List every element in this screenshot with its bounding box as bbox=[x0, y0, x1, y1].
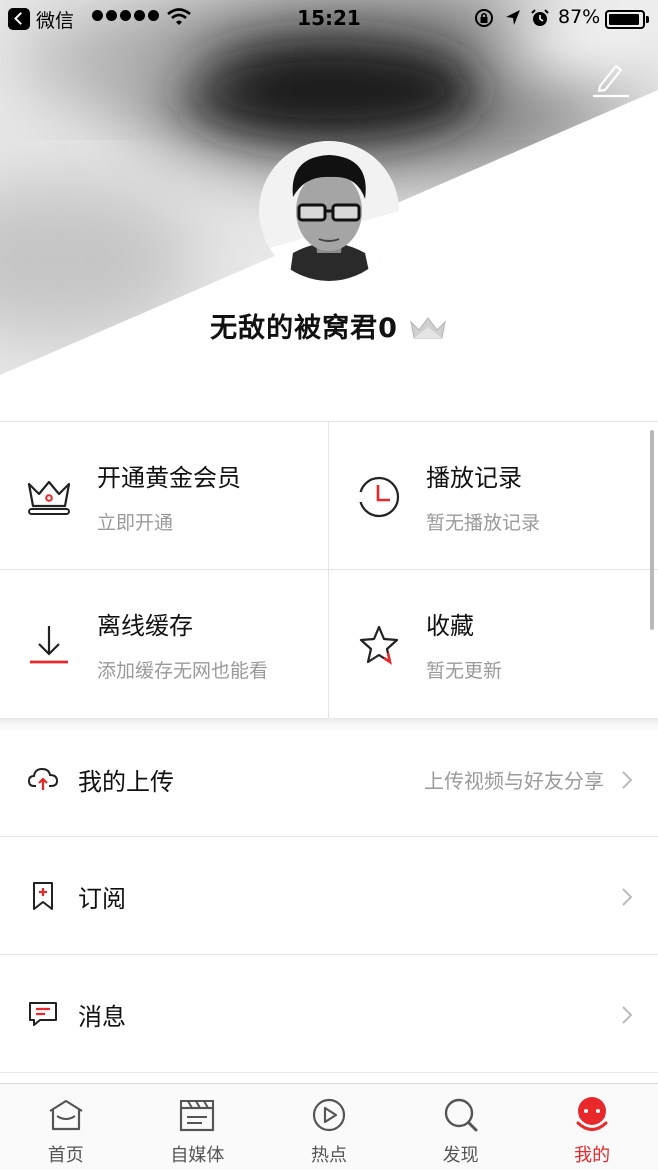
avatar-image bbox=[259, 141, 399, 281]
username: 无敌的被窝君0 bbox=[210, 313, 398, 344]
tab-we-media[interactable]: 自媒体 bbox=[132, 1084, 264, 1170]
list-item-label: 订阅 bbox=[78, 885, 126, 913]
edit-profile-icon[interactable] bbox=[590, 58, 632, 100]
user-row: 无敌的被窝君0 bbox=[0, 306, 658, 345]
list-item-my-uploads[interactable]: 我的上传 上传视频与好友分享 bbox=[0, 720, 658, 837]
battery-percent: 87% bbox=[558, 6, 601, 28]
tab-discover[interactable]: 发现 bbox=[395, 1084, 527, 1170]
tab-label: 自媒体 bbox=[170, 1145, 225, 1166]
clock-icon bbox=[357, 476, 400, 518]
tab-label: 热点 bbox=[310, 1145, 347, 1166]
grid-title: 播放记录 bbox=[426, 464, 522, 492]
chevron-right-icon bbox=[622, 771, 633, 789]
favorites-card[interactable]: 收藏 暂无更新 bbox=[329, 570, 658, 718]
feature-grid: 开通黄金会员 立即开通 播放记录 暂无播放记录 离线缓存 添加缓存无网也能看 收… bbox=[0, 421, 658, 718]
grid-subtitle: 添加缓存无网也能看 bbox=[97, 660, 269, 682]
download-icon bbox=[30, 626, 68, 664]
tab-label: 发现 bbox=[442, 1145, 479, 1166]
offline-cache-card[interactable]: 离线缓存 添加缓存无网也能看 bbox=[0, 570, 329, 718]
clapperboard-icon bbox=[180, 1100, 215, 1132]
menu-list: 我的上传 上传视频与好友分享 订阅 消息 bbox=[0, 720, 658, 1073]
avatar[interactable] bbox=[259, 141, 399, 281]
bookmark-icon bbox=[33, 882, 53, 910]
list-item-subscriptions[interactable]: 订阅 bbox=[0, 837, 658, 955]
tab-label: 首页 bbox=[47, 1145, 84, 1166]
vip-membership-card[interactable]: 开通黄金会员 立即开通 bbox=[0, 422, 329, 570]
list-item-label: 消息 bbox=[78, 1003, 126, 1031]
tab-mine[interactable]: 我的 bbox=[526, 1084, 658, 1170]
crown-icon bbox=[27, 480, 71, 515]
search-icon bbox=[444, 1098, 478, 1132]
orientation-lock-icon bbox=[475, 9, 493, 27]
grid-subtitle: 暂无播放记录 bbox=[426, 512, 541, 534]
grid-title: 离线缓存 bbox=[97, 612, 193, 640]
grid-title: 收藏 bbox=[426, 612, 474, 640]
profile-header: 无敌的被窝君0 bbox=[0, 0, 658, 420]
star-icon bbox=[359, 625, 399, 665]
battery-icon bbox=[605, 10, 649, 29]
tab-home[interactable]: 首页 bbox=[0, 1084, 132, 1170]
status-bar: 微信 15:21 87% bbox=[0, 0, 658, 40]
cloud-upload-icon bbox=[28, 767, 58, 790]
chevron-right-icon bbox=[622, 888, 633, 906]
list-item-label: 我的上传 bbox=[78, 768, 174, 796]
grid-title: 开通黄金会员 bbox=[97, 464, 241, 492]
grid-subtitle: 立即开通 bbox=[97, 512, 174, 534]
tab-hot[interactable]: 热点 bbox=[263, 1084, 395, 1170]
chevron-right-icon bbox=[622, 1006, 633, 1024]
mascot-icon bbox=[576, 1097, 608, 1131]
play-circle-icon bbox=[312, 1098, 346, 1132]
list-item-hint: 上传视频与好友分享 bbox=[424, 769, 604, 793]
list-item-messages[interactable]: 消息 bbox=[0, 955, 658, 1073]
alarm-icon bbox=[531, 9, 549, 26]
tab-bar: 首页 自媒体 热点 发现 我的 bbox=[0, 1083, 658, 1170]
tab-label: 我的 bbox=[574, 1145, 611, 1166]
location-icon bbox=[506, 10, 520, 25]
grid-subtitle: 暂无更新 bbox=[426, 660, 503, 682]
scroll-indicator[interactable] bbox=[650, 430, 654, 630]
message-icon bbox=[29, 1002, 57, 1026]
vip-crown-badge-icon[interactable] bbox=[408, 315, 448, 341]
play-history-card[interactable]: 播放记录 暂无播放记录 bbox=[329, 422, 658, 570]
home-icon bbox=[49, 1099, 83, 1131]
